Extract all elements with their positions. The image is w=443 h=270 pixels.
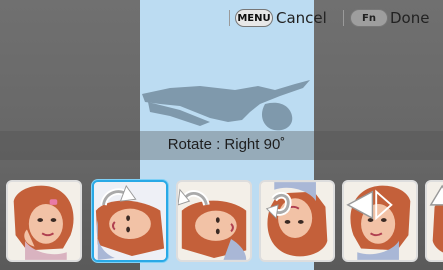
separator (343, 10, 344, 26)
top-bar: MENU Cancel Fn Done (0, 0, 443, 36)
rotate-180-icon (265, 191, 292, 220)
done-button[interactable]: Done (390, 8, 429, 28)
thumbnail-flip-horizontal[interactable] (342, 180, 418, 262)
thumbnail-rotate-180[interactable] (259, 180, 335, 262)
fn-key-icon: Fn (350, 9, 388, 27)
thumbnail-strip (0, 180, 443, 264)
rotate-left-icon (178, 188, 210, 206)
separator (229, 10, 230, 26)
thumbnail-rotate-right[interactable] (92, 180, 168, 262)
lying-person-silhouette (142, 80, 310, 131)
menu-key-icon: MENU (235, 9, 273, 27)
screen: MENU Cancel Fn Done Rotate : Right 90˚ (0, 0, 443, 270)
photo-thumbnail (8, 182, 80, 260)
flip-horizontal-icon (346, 189, 393, 221)
thumbnail-flip-vertical[interactable] (425, 180, 443, 262)
cancel-button[interactable]: Cancel (276, 8, 327, 28)
flip-vertical-icon (429, 184, 443, 206)
thumbnail-original[interactable] (6, 180, 82, 262)
rotate-option-label: Rotate : Right 90˚ (167, 136, 286, 153)
rotate-right-icon (100, 184, 137, 206)
thumbnail-rotate-left[interactable] (176, 180, 252, 262)
